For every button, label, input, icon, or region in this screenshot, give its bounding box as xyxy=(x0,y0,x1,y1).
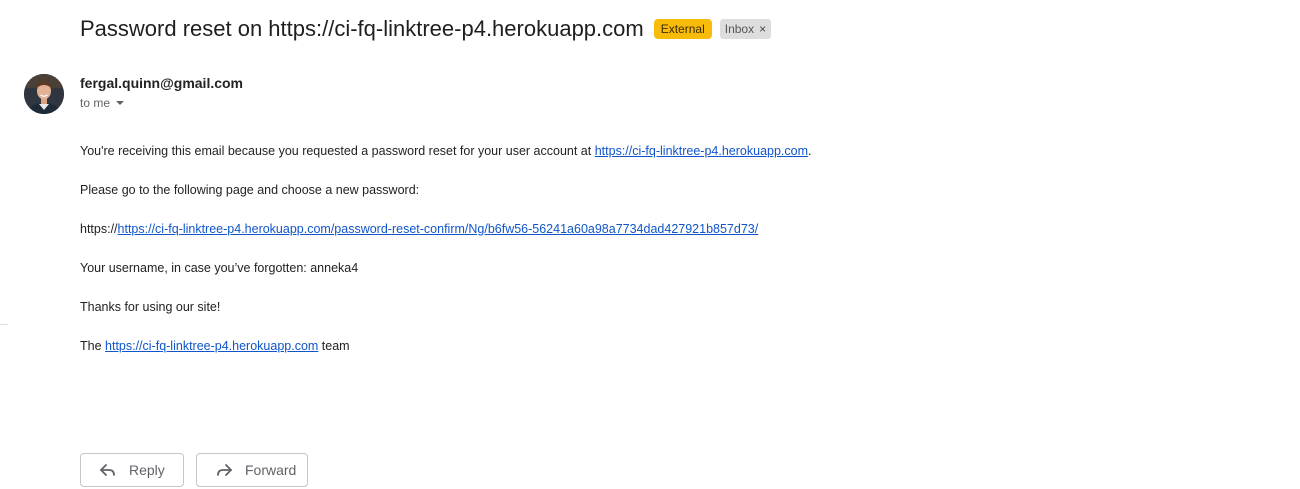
body-line-6-prefix: The xyxy=(80,339,106,353)
body-line-2: Please go to the following page and choo… xyxy=(80,183,420,197)
recipient-info: to me xyxy=(80,96,125,110)
forward-label: Forward xyxy=(245,462,297,478)
email-subject: Password reset on https://ci-fq-linktree… xyxy=(80,16,644,41)
reply-label: Reply xyxy=(129,462,165,478)
forward-button[interactable]: Forward xyxy=(196,453,308,487)
body-line-4: Your username, in case you’ve forgotten:… xyxy=(80,261,359,275)
external-label: External xyxy=(653,19,712,39)
body-line-6: The https://ci-fq-linktree-p4.herokuapp.… xyxy=(80,339,350,353)
sender-avatar[interactable] xyxy=(24,74,64,114)
body-line-1: You're receiving this email because you … xyxy=(80,144,812,158)
subject-row: Password reset on https://ci-fq-linktree… xyxy=(80,16,772,42)
body-line-1-text: You're receiving this email because you … xyxy=(80,144,595,158)
avatar-photo-icon xyxy=(24,74,64,114)
body-line-6-suffix: team xyxy=(318,339,350,353)
reply-button[interactable]: Reply xyxy=(80,453,184,487)
forward-icon xyxy=(217,464,232,476)
body-line-5: Thanks for using our site! xyxy=(80,300,221,314)
body-line-3: https://https://ci-fq-linktree-p4.heroku… xyxy=(80,222,758,236)
edge-divider xyxy=(0,324,8,325)
site-link[interactable]: https://ci-fq-linktree-p4.herokuapp.com xyxy=(595,144,808,158)
body-line-1-suffix: . xyxy=(808,144,812,158)
body-line-3-prefix: https:// xyxy=(80,222,118,236)
reset-link[interactable]: https://ci-fq-linktree-p4.herokuapp.com/… xyxy=(118,222,759,236)
inbox-label-text: Inbox xyxy=(724,22,755,36)
reply-icon xyxy=(100,464,115,476)
team-site-link[interactable]: https://ci-fq-linktree-p4.herokuapp.com xyxy=(105,339,318,353)
recipient-text: to me xyxy=(80,96,111,110)
caret-down-icon[interactable] xyxy=(116,101,125,105)
remove-label-icon[interactable]: × xyxy=(759,21,766,37)
inbox-label[interactable]: Inbox × xyxy=(719,19,772,39)
sender-email: fergal.quinn@gmail.com xyxy=(80,75,244,91)
